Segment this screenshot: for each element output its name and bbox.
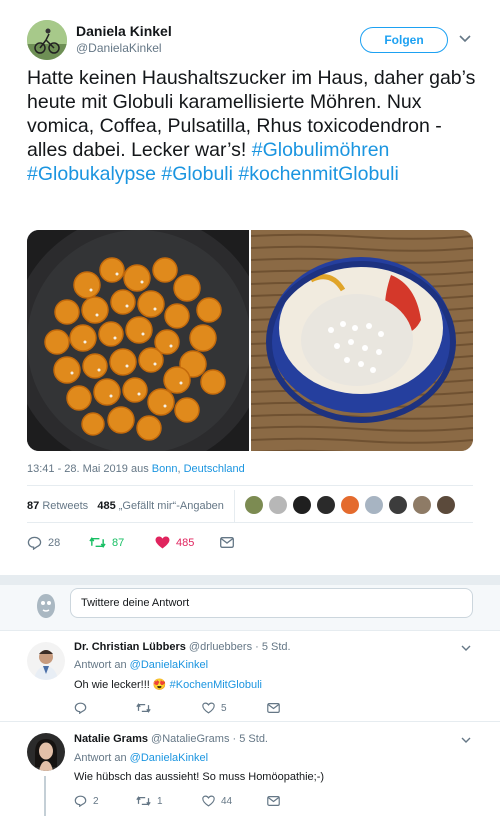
reply-to-prefix: Antwort an bbox=[74, 752, 127, 764]
reply-author-handle[interactable]: @NatalieGrams bbox=[151, 733, 229, 745]
engagement-stats: 87 Retweets 485 „Gefällt mir“-Angaben bbox=[27, 490, 235, 522]
dm-action[interactable] bbox=[220, 537, 234, 548]
liker-avatar[interactable] bbox=[340, 495, 360, 515]
egg-avatar-icon bbox=[34, 592, 58, 620]
reply-text: Wie hübsch das aussieht! So muss Homöopa… bbox=[74, 771, 325, 783]
tweet-text: Hatte keinen Haushaltszucker im Haus, da… bbox=[27, 66, 482, 186]
heart-eyes-emoji: 😍 bbox=[152, 679, 167, 691]
reply-to-prefix: Antwort an bbox=[74, 659, 127, 671]
reply-action[interactable]: 28 bbox=[27, 536, 60, 550]
reply-time[interactable]: · 5 Std. bbox=[233, 733, 268, 745]
reply-actions: 5 bbox=[74, 702, 374, 718]
reply-count: 2 bbox=[93, 795, 99, 807]
reply-author-name[interactable]: Natalie Grams bbox=[74, 733, 148, 745]
likes-count[interactable]: 485 bbox=[97, 500, 115, 512]
author-name[interactable]: Daniela Kinkel bbox=[76, 23, 172, 39]
reply-icon bbox=[74, 795, 87, 807]
reply-to-line: Antwort an @DanielaKinkel bbox=[74, 752, 208, 764]
location-country-link[interactable]: Deutschland bbox=[184, 463, 245, 475]
liker-avatar[interactable] bbox=[268, 495, 288, 515]
liker-avatar[interactable] bbox=[412, 495, 432, 515]
reply-author-handle[interactable]: @drluebbers bbox=[189, 641, 252, 653]
hashtag-link[interactable]: #KochenMitGlobuli bbox=[170, 679, 262, 691]
tweet-photo-globuli-bowl[interactable] bbox=[251, 230, 473, 451]
location-separator: , bbox=[177, 463, 181, 475]
reply-composer: Twittere deine Antwort bbox=[0, 585, 500, 631]
reply-action[interactable] bbox=[74, 702, 93, 714]
chevron-down-icon[interactable] bbox=[461, 735, 471, 746]
likes-label[interactable]: „Gefällt mir“-Angaben bbox=[119, 500, 224, 512]
liker-avatar[interactable] bbox=[436, 495, 456, 515]
divider bbox=[27, 522, 473, 523]
divider bbox=[27, 485, 473, 486]
retweet-icon bbox=[136, 796, 151, 806]
heart-icon bbox=[202, 795, 215, 807]
author-handle[interactable]: @DanielaKinkel bbox=[76, 41, 162, 55]
main-tweet: Daniela Kinkel @DanielaKinkel Folgen Hat… bbox=[0, 0, 500, 575]
follow-button[interactable]: Folgen bbox=[360, 27, 448, 53]
retweet-action[interactable]: 87 bbox=[89, 536, 124, 549]
like-count: 485 bbox=[176, 536, 195, 549]
tweet-time[interactable]: 13:41 - 28. Mai 2019 aus bbox=[27, 463, 149, 475]
reply-icon bbox=[27, 536, 42, 550]
like-count: 44 bbox=[221, 795, 233, 807]
like-action[interactable]: 5 bbox=[202, 702, 227, 714]
reply-tweet[interactable]: Dr. Christian Lübbers @drluebbers · 5 St… bbox=[0, 631, 500, 722]
like-count: 5 bbox=[221, 702, 227, 714]
liker-avatar[interactable] bbox=[388, 495, 408, 515]
envelope-icon bbox=[220, 537, 234, 548]
chevron-down-icon[interactable] bbox=[458, 32, 472, 46]
retweet-icon bbox=[136, 703, 151, 713]
thread-line bbox=[44, 776, 46, 816]
dm-action[interactable] bbox=[267, 703, 280, 713]
hashtag-link[interactable]: #Globulimöhren bbox=[252, 139, 390, 161]
dm-action[interactable] bbox=[267, 796, 280, 806]
hashtag-link[interactable]: #Globukalypse bbox=[27, 163, 156, 185]
reply-author-name[interactable]: Dr. Christian Lübbers bbox=[74, 641, 186, 653]
author-avatar[interactable] bbox=[27, 20, 67, 60]
section-gap bbox=[0, 575, 500, 585]
retweet-action[interactable]: 1 bbox=[136, 795, 163, 807]
retweet-count: 1 bbox=[157, 795, 163, 807]
retweets-label[interactable]: Retweets bbox=[42, 500, 88, 512]
retweet-icon bbox=[89, 536, 106, 549]
reply-author: Dr. Christian Lübbers @drluebbers · 5 St… bbox=[74, 641, 291, 653]
hashtag-link[interactable]: #Globuli bbox=[161, 163, 233, 185]
reply-action[interactable]: 2 bbox=[74, 795, 99, 807]
reply-actions: 2 1 44 bbox=[74, 795, 374, 811]
heart-icon bbox=[155, 536, 170, 549]
reply-time[interactable]: · 5 Std. bbox=[255, 641, 290, 653]
reply-to-line: Antwort an @DanielaKinkel bbox=[74, 659, 208, 671]
liker-avatar[interactable] bbox=[316, 495, 336, 515]
reply-author: Natalie Grams @NatalieGrams · 5 Std. bbox=[74, 733, 268, 745]
reply-count: 28 bbox=[48, 537, 61, 549]
liker-avatar[interactable] bbox=[364, 495, 384, 515]
liker-avatar[interactable] bbox=[244, 495, 264, 515]
reply-avatar[interactable] bbox=[27, 642, 65, 680]
reply-tweet[interactable]: Natalie Grams @NatalieGrams · 5 Std. Ant… bbox=[0, 723, 500, 816]
reply-to-handle[interactable]: @DanielaKinkel bbox=[130, 752, 208, 764]
location-city-link[interactable]: Bonn bbox=[152, 463, 178, 475]
retweet-count: 87 bbox=[112, 536, 125, 549]
reply-to-handle[interactable]: @DanielaKinkel bbox=[130, 659, 208, 671]
reply-body: Oh wie lecker!!! bbox=[74, 679, 150, 691]
like-action[interactable]: 44 bbox=[202, 795, 232, 807]
reply-icon bbox=[74, 702, 87, 714]
chevron-down-icon[interactable] bbox=[461, 643, 471, 654]
tweet-timestamp: 13:41 - 28. Mai 2019 aus Bonn, Deutschla… bbox=[27, 463, 245, 475]
envelope-icon bbox=[267, 703, 280, 713]
reply-input[interactable]: Twittere deine Antwort bbox=[70, 588, 473, 618]
envelope-icon bbox=[267, 796, 280, 806]
retweet-action[interactable] bbox=[136, 702, 157, 714]
like-action[interactable]: 485 bbox=[155, 536, 194, 549]
reply-text: Oh wie lecker!!! 😍 #KochenMitGlobuli bbox=[74, 678, 262, 691]
hashtag-link[interactable]: #kochenmitGlobuli bbox=[238, 163, 398, 185]
liker-avatar[interactable] bbox=[292, 495, 312, 515]
tweet-actions: 28 87 485 bbox=[27, 533, 327, 553]
heart-icon bbox=[202, 702, 215, 714]
reply-avatar[interactable] bbox=[27, 733, 65, 771]
retweets-count[interactable]: 87 bbox=[27, 500, 39, 512]
stats-separator bbox=[234, 490, 235, 522]
tweet-photo-carrots[interactable] bbox=[27, 230, 249, 451]
